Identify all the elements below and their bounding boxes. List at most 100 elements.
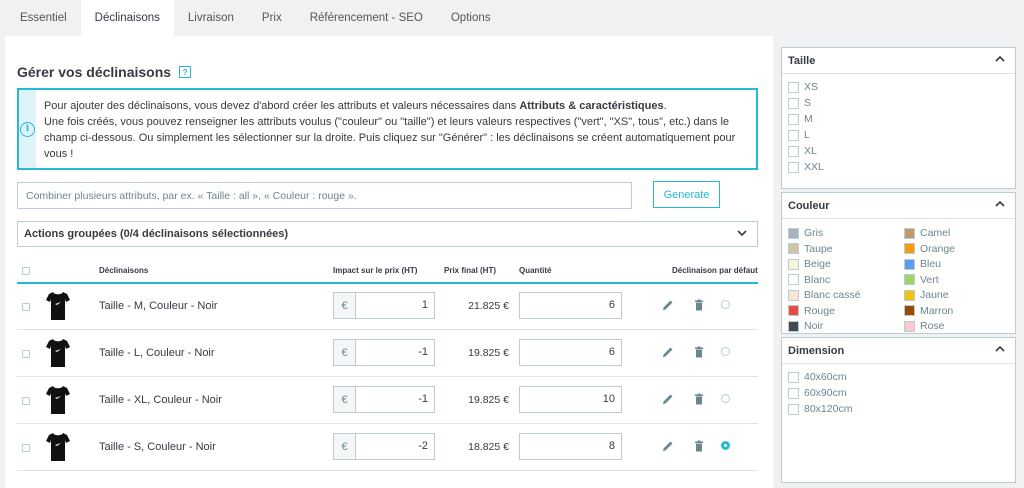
combine-attributes-input[interactable]: Combiner plusieurs attributs, par ex. « … [17,182,632,209]
color-swatch[interactable] [788,320,799,332]
row-checkbox[interactable] [22,444,30,452]
dimension-option[interactable]: 80x120cm [788,403,852,415]
color-swatch[interactable] [788,243,799,254]
row-checkbox[interactable] [22,350,30,358]
delete-icon[interactable] [693,440,705,452]
price-impact-input[interactable]: 1 [355,292,435,319]
help-icon[interactable]: ? [179,66,192,78]
option-checkbox[interactable] [788,113,799,125]
option-checkbox[interactable] [788,387,799,399]
quantity-input[interactable]: 8 [519,433,622,460]
color-option[interactable]: Rose [904,320,945,332]
color-option[interactable]: Noir [788,320,823,332]
select-all-checkbox[interactable] [22,267,30,275]
color-option[interactable]: Blanc [788,274,830,286]
size-option[interactable]: XL [788,145,817,157]
delete-icon[interactable] [693,299,705,311]
taille-header[interactable]: Taille [782,48,1015,74]
default-radio[interactable] [721,347,730,356]
option-checkbox[interactable] [788,371,799,383]
color-swatch[interactable] [904,243,915,254]
color-option[interactable]: Taupe [788,243,833,255]
edit-icon[interactable] [662,393,674,405]
default-radio[interactable] [721,394,730,403]
color-swatch[interactable] [904,320,915,332]
color-swatch[interactable] [904,289,915,301]
option-label: Beige [804,258,831,270]
bulk-actions-dropdown[interactable]: Actions groupées (0/4 déclinaisons sélec… [17,221,758,247]
edit-icon[interactable] [662,346,674,358]
chevron-up-icon[interactable] [995,344,1005,357]
final-price: 19.825 € [468,347,509,359]
chevron-up-icon[interactable] [995,54,1005,67]
option-checkbox[interactable] [788,145,799,157]
size-option[interactable]: XXL [788,161,824,173]
color-option[interactable]: Marron [904,305,953,317]
combination-name: Taille - L, Couleur - Noir [99,347,215,359]
color-swatch[interactable] [904,258,915,270]
tab-livraison[interactable]: Livraison [174,0,248,36]
color-swatch[interactable] [788,305,799,316]
generate-button[interactable]: Generate [653,181,720,208]
attributes-link[interactable]: Attributs & caractéristiques [519,100,663,112]
product-thumbnail [45,337,71,369]
price-impact-input[interactable]: -1 [355,386,435,413]
color-option[interactable]: Orange [904,243,955,255]
header-final: Prix final (HT) [444,266,497,275]
size-option[interactable]: XS [788,81,818,93]
option-checkbox[interactable] [788,129,799,141]
dimension-option[interactable]: 40x60cm [788,371,847,383]
default-radio[interactable] [721,300,730,309]
tab-seo[interactable]: Référencement - SEO [296,0,437,36]
final-price: 21.825 € [468,300,509,312]
color-option[interactable]: Blanc cassé [788,289,861,301]
info-icon: i [19,121,35,137]
option-label: L [804,129,810,141]
color-option[interactable]: Gris [788,227,823,239]
option-checkbox[interactable] [788,97,799,109]
quantity-input[interactable]: 10 [519,386,622,413]
tab-options[interactable]: Options [437,0,505,36]
couleur-header[interactable]: Couleur [782,193,1015,219]
option-checkbox[interactable] [788,161,799,173]
color-swatch[interactable] [904,274,915,285]
edit-icon[interactable] [662,440,674,452]
color-option[interactable]: Camel [904,227,950,239]
price-impact-input[interactable]: -1 [355,339,435,366]
size-option[interactable]: S [788,97,811,109]
option-checkbox[interactable] [788,81,799,93]
quantity-input[interactable]: 6 [519,339,622,366]
color-option[interactable]: Bleu [904,258,941,270]
row-checkbox[interactable] [22,303,30,311]
color-swatch[interactable] [788,227,799,239]
quantity-input[interactable]: 6 [519,292,622,319]
color-swatch[interactable] [788,258,799,270]
color-swatch[interactable] [904,227,915,239]
color-option[interactable]: Vert [904,274,939,286]
color-swatch[interactable] [788,289,799,301]
default-radio[interactable] [721,441,730,450]
delete-icon[interactable] [693,393,705,405]
row-checkbox[interactable] [22,397,30,405]
dimension-option[interactable]: 60x90cm [788,387,847,399]
tab-essentiel[interactable]: Essentiel [0,0,81,36]
color-swatch[interactable] [904,305,915,316]
tab-declinaisons[interactable]: Déclinaisons [80,0,174,36]
tab-prix[interactable]: Prix [248,0,296,36]
color-option[interactable]: Jaune [904,289,949,301]
option-label: Taupe [804,242,833,255]
alert-icon-box: i [19,90,36,168]
size-option[interactable]: M [788,113,813,125]
color-option[interactable]: Rouge [788,305,835,317]
chevron-up-icon[interactable] [995,199,1005,212]
color-option[interactable]: Beige [788,258,831,270]
price-impact-input[interactable]: -2 [355,433,435,460]
size-option[interactable]: L [788,129,810,141]
page-title-text: Gérer vos déclinaisons [17,64,172,80]
color-swatch[interactable] [788,274,799,285]
delete-icon[interactable] [693,346,705,358]
edit-icon[interactable] [662,299,674,311]
dimension-header[interactable]: Dimension [782,338,1015,364]
option-checkbox[interactable] [788,403,799,415]
bulk-actions-label: Actions groupées (0/4 déclinaisons sélec… [24,228,289,240]
